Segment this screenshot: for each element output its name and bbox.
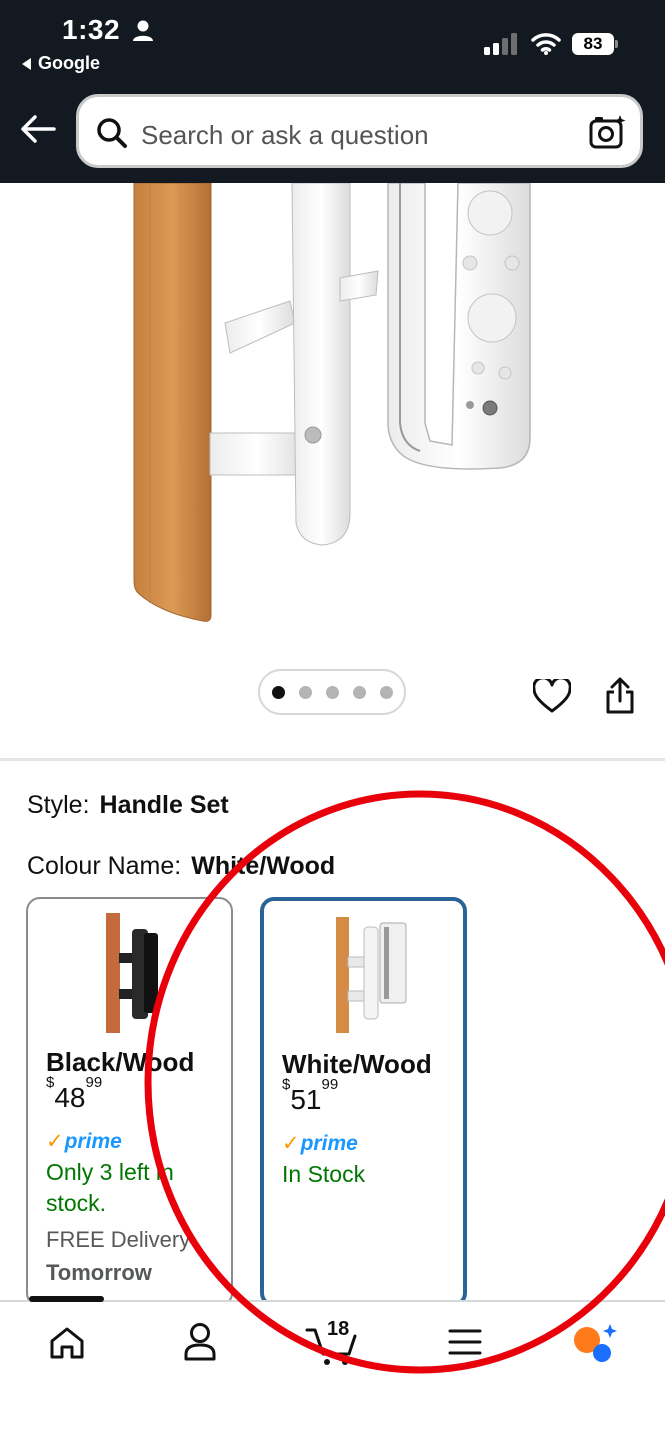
battery-level: 83 <box>572 33 614 55</box>
variation-card-white-wood[interactable]: White/Wood $5199 ✓ prime In Stock <box>260 897 467 1307</box>
search-input[interactable]: Search or ask a question <box>76 94 643 168</box>
stock-status: Only 3 left in stock. <box>46 1159 174 1216</box>
home-icon[interactable] <box>49 1326 85 1360</box>
style-label: Style: <box>27 791 90 819</box>
person-icon <box>133 20 153 41</box>
delivery-info: FREE Delivery Tomorrow <box>46 1227 191 1285</box>
wifi-icon <box>531 33 561 55</box>
image-pager-dots[interactable] <box>258 669 406 715</box>
share-icon[interactable] <box>604 677 636 715</box>
stock-status: In Stock <box>282 1161 366 1187</box>
menu-icon[interactable] <box>448 1328 482 1356</box>
pager-dot[interactable] <box>271 685 285 699</box>
camera-search-icon[interactable] <box>589 114 627 150</box>
bottom-navigation: 18 <box>0 1296 665 1440</box>
prime-check-icon: ✓ <box>282 1132 300 1155</box>
white-wood-thumbnail <box>336 917 407 1033</box>
heart-icon[interactable] <box>533 679 571 713</box>
style-value: Handle Set <box>99 791 229 819</box>
prime-badge: ✓ prime <box>282 1131 358 1156</box>
option-price: $5199 <box>282 1075 339 1115</box>
style-selector: Style: Handle Set <box>27 791 229 820</box>
pager-dot[interactable] <box>379 685 393 699</box>
cart-count-badge: 18 <box>327 1318 350 1340</box>
status-time: 1:32 <box>62 14 121 45</box>
variation-card-black-wood[interactable]: Black/Wood $4899 ✓ prime Only 3 left in s… <box>26 897 233 1307</box>
battery-indicator: 83 <box>572 33 618 55</box>
active-tab-indicator <box>29 1296 104 1302</box>
colour-selector: Colour Name: White/Wood <box>27 852 335 881</box>
search-placeholder: Search or ask a question <box>141 120 429 150</box>
back-to-app-link[interactable]: Google <box>22 53 100 74</box>
pager-dot[interactable] <box>325 685 339 699</box>
option-name: Black/Wood <box>46 1047 195 1077</box>
black-wood-thumbnail <box>106 913 158 1033</box>
prime-check-icon: ✓ <box>46 1130 64 1153</box>
back-app-label: Google <box>38 53 100 73</box>
pager-dot[interactable] <box>352 685 366 699</box>
option-name: White/Wood <box>282 1049 432 1079</box>
account-icon[interactable] <box>183 1322 217 1362</box>
colour-label: Colour Name: <box>27 852 182 880</box>
product-image <box>133 183 531 622</box>
rufus-assistant-icon[interactable] <box>572 1322 622 1364</box>
back-triangle-icon <box>22 57 31 70</box>
top-header: 1:32 Google 83 Search or ask a question <box>0 0 665 183</box>
colour-value: White/Wood <box>191 852 336 880</box>
product-image-gallery[interactable] <box>0 183 665 758</box>
option-price: $4899 <box>46 1073 103 1113</box>
cell-signal-icon <box>484 33 517 55</box>
back-arrow-icon[interactable] <box>20 114 56 144</box>
pager-dot[interactable] <box>298 685 312 699</box>
prime-badge: ✓ prime <box>46 1129 122 1154</box>
search-icon[interactable] <box>96 117 128 149</box>
section-divider <box>0 758 665 761</box>
